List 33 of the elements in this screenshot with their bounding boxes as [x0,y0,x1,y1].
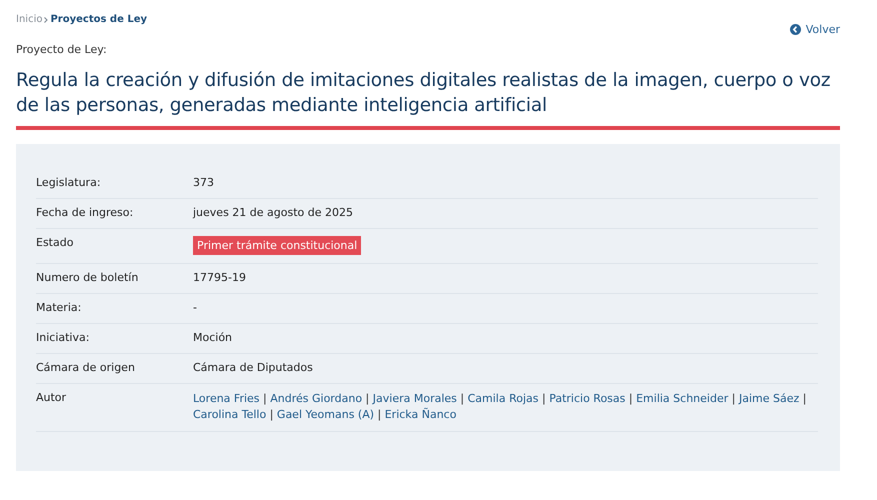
field-label: Autor [36,391,68,406]
breadcrumb-link[interactable]: Inicio [16,14,42,25]
author-link[interactable]: Lorena Fries [193,392,260,405]
author-link[interactable]: Javiera Morales [372,392,457,405]
field-value: 373 [193,176,215,190]
author-link[interactable]: Camila Rojas [468,392,538,405]
back-icon [790,24,801,35]
field-value: 17795-19 [193,271,247,285]
chevron-icon [44,16,48,22]
author-link[interactable]: Jaime Sáez [738,392,800,405]
kicker-text: Proyecto de Ley: [16,43,108,56]
field-label: Iniciativa: [36,331,90,345]
field-label: Estado [36,236,74,251]
author-link[interactable]: Carolina Tello [193,408,266,421]
back-link[interactable]: Volver [790,23,840,36]
field-label: Legislatura: [36,176,102,190]
breadcrumb-link[interactable]: Proyectos de Ley [50,14,148,25]
author-link[interactable]: Gael Yeomans (A) [276,408,374,421]
field-value: Moción [193,331,234,345]
author-list: Lorena Fries | Andrés Giordano | Javiera Morales | Camila Rojas | Patricio Rosas | Emilia Schneider | Jaime Sáez | Carolina Tello | Gael Yeomans (A) | Ericka Ñanco [193,391,818,423]
field-value: jueves 21 de agosto de 2025 [193,206,354,220]
field-label: Fecha de ingreso: [36,206,134,220]
field-label: Cámara de origen [36,361,136,375]
field-label: Materia: [36,301,82,315]
author-link[interactable]: Ericka Ñanco [384,408,456,421]
field-value: - [193,301,198,315]
field-value: Cámara de Diputados [193,361,314,375]
author-link[interactable]: Andrés Giordano [270,392,362,405]
field-label: Numero de boletín [36,271,140,285]
page-title: Regula la creación y difusión de imitaciones digitales realistas de la imagen, cuerpo o voz de las personas, generadas mediante inteligencia artificial [16,68,840,130]
status-badge: Primer trámite constitucional [193,236,362,255]
author-link[interactable]: Emilia Schneider [636,392,728,405]
author-link[interactable]: Patricio Rosas [549,392,626,405]
